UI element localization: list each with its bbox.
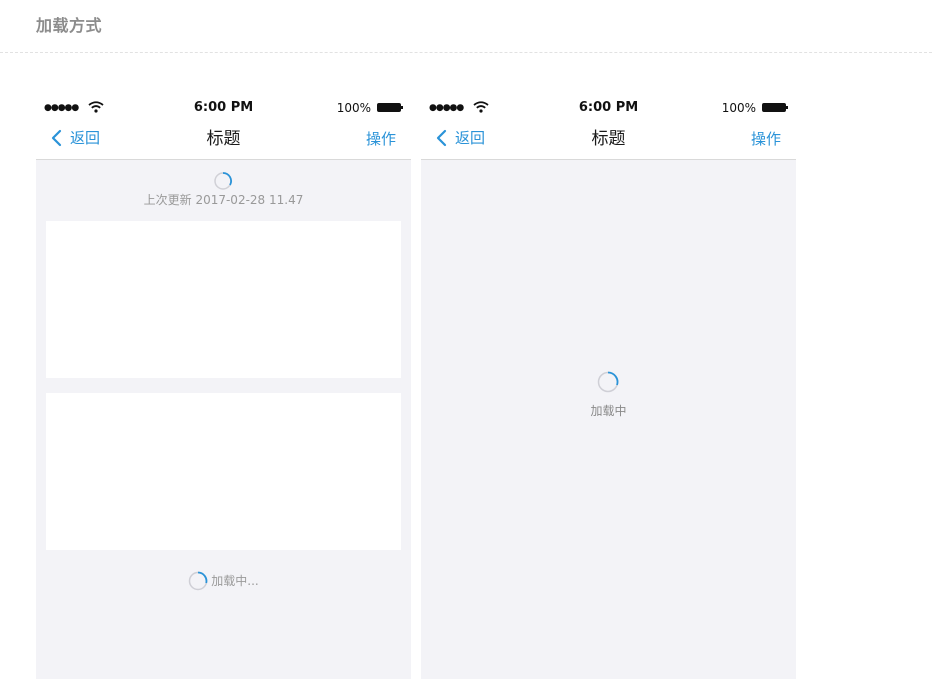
load-more: 加载中... bbox=[36, 570, 411, 592]
nav-bar: 返回 标题 操作 bbox=[421, 124, 796, 154]
phone-full-loading: ●●●●● 6:00 PM 100% 返回 标题 操作 加载中 bbox=[421, 96, 796, 679]
action-button[interactable]: 操作 bbox=[366, 128, 396, 150]
battery-icon bbox=[762, 103, 788, 112]
battery-percent: 100% bbox=[721, 101, 756, 115]
loading-text: 加载中 bbox=[590, 404, 627, 418]
header-divider bbox=[0, 52, 932, 53]
load-more-text: 加载中... bbox=[211, 574, 259, 588]
load-more-spinner-icon bbox=[189, 571, 208, 591]
action-button[interactable]: 操作 bbox=[751, 128, 781, 150]
battery-percent: 100% bbox=[336, 101, 371, 115]
top-bar: ●●●●● 6:00 PM 100% 返回 标题 操作 bbox=[36, 96, 411, 160]
status-bar: ●●●●● 6:00 PM 100% bbox=[421, 96, 796, 120]
last-updated-text: 上次更新 2017-02-28 11.47 bbox=[143, 193, 304, 207]
loading-spinner-icon bbox=[597, 371, 619, 393]
nav-bar: 返回 标题 操作 bbox=[36, 124, 411, 154]
status-bar: ●●●●● 6:00 PM 100% bbox=[36, 96, 411, 120]
content-card bbox=[46, 221, 401, 378]
content-card bbox=[46, 393, 401, 550]
nav-title: 标题 bbox=[591, 129, 626, 149]
top-bar: ●●●●● 6:00 PM 100% 返回 标题 操作 bbox=[421, 96, 796, 160]
nav-title: 标题 bbox=[206, 129, 241, 149]
page-title: 加载方式 bbox=[36, 16, 103, 35]
phone-pull-refresh: ●●●●● 6:00 PM 100% 返回 标题 操作 上次更新 2017-02 bbox=[36, 96, 411, 679]
battery-icon bbox=[377, 103, 403, 112]
refresh-spinner-icon bbox=[214, 172, 232, 190]
